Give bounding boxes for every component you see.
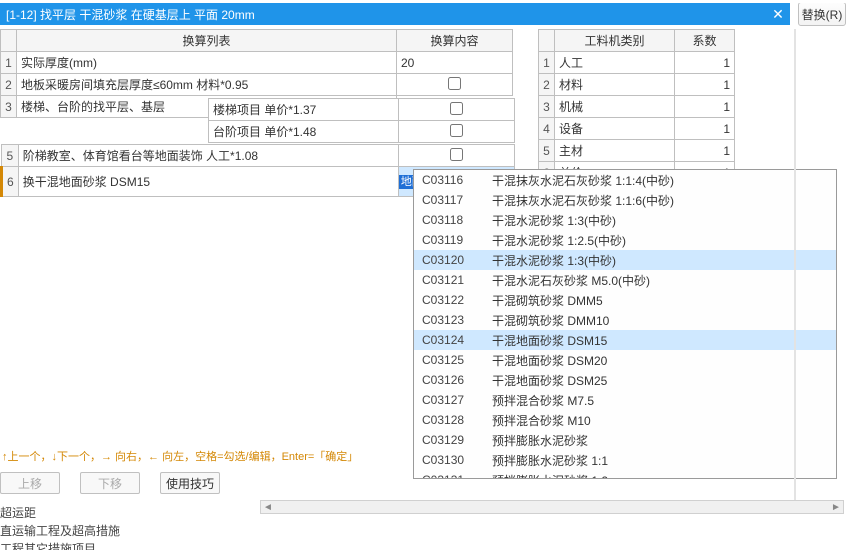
footer-panel: ↑上一个，↓下一个，→ 向右，← 向左，空格=勾选/编辑，Enter=「确定」 … — [0, 444, 260, 550]
dropdown-item[interactable]: C03121干混水泥石灰砂浆 M5.0(中砂) — [414, 270, 836, 290]
dropdown-item[interactable]: C03129预拌膨胀水泥砂浆 — [414, 430, 836, 450]
dropdown-item[interactable]: C03127预拌混合砂浆 M7.5 — [414, 390, 836, 410]
dropdown-item[interactable]: C03116干混抹灰水泥石灰砂浆 1:1:4(中砂) — [414, 170, 836, 190]
close-icon[interactable]: ✕ — [766, 3, 790, 25]
table-row[interactable]: 4设备1 — [539, 118, 735, 140]
move-down-button[interactable]: 下移 — [80, 472, 140, 494]
horizontal-scrollbar[interactable]: ◄ ► — [260, 500, 844, 514]
dropdown-item[interactable]: C03122干混砌筑砂浆 DMM5 — [414, 290, 836, 310]
thickness-value[interactable]: 20 — [397, 52, 513, 74]
table-row[interactable]: 2 地板采暖房间填充层厚度≤60mm 材料*0.95 — [1, 74, 513, 96]
table-row[interactable]: 1 实际厚度(mm) 20 — [1, 52, 513, 74]
checkbox[interactable] — [448, 77, 461, 90]
scroll-left-icon[interactable]: ◄ — [261, 502, 275, 513]
dropdown-item[interactable]: C03128预拌混合砂浆 M10 — [414, 410, 836, 430]
dropdown-item[interactable]: C03124干混地面砂浆 DSM15 — [414, 330, 836, 350]
tree-panel: 超运距 直运输工程及超高措施 工程其它措施项目 — [0, 504, 260, 550]
dropdown-item[interactable]: C03126干混地面砂浆 DSM25 — [414, 370, 836, 390]
tips-button[interactable]: 使用技巧 — [160, 472, 220, 494]
dropdown-item[interactable]: C03118干混水泥砂浆 1:3(中砂) — [414, 210, 836, 230]
tree-item[interactable]: 直运输工程及超高措施 — [0, 522, 260, 540]
table-row[interactable]: 3机械1 — [539, 96, 735, 118]
col-coef: 系数 — [675, 30, 735, 52]
table-row[interactable]: 5主材1 — [539, 140, 735, 162]
table-row[interactable]: 2材料1 — [539, 74, 735, 96]
dropdown-item[interactable]: C03120干混水泥砂浆 1:3(中砂) — [414, 250, 836, 270]
window-titlebar: [1-12] 找平层 干混砂浆 在硬基层上 平面 20mm ✕ — [0, 3, 790, 25]
factor-table: 工料机类别 系数 1人工1 2材料1 3机械1 4设备1 5主材1 6单价1 — [538, 29, 735, 184]
window-title: [1-12] 找平层 干混砂浆 在硬基层上 平面 20mm — [6, 6, 255, 23]
dropdown-item[interactable]: C03131预拌膨胀水泥砂浆 1:2 — [414, 470, 836, 479]
keyboard-hint: ↑上一个，↓下一个，→ 向右，← 向左，空格=勾选/编辑，Enter=「确定」 — [2, 448, 260, 464]
tree-item[interactable]: 超运距 — [0, 504, 260, 522]
col-content: 换算内容 — [397, 30, 513, 52]
dropdown-item[interactable]: C03125干混地面砂浆 DSM20 — [414, 350, 836, 370]
dropdown-item[interactable]: C03123干混砌筑砂浆 DMM10 — [414, 310, 836, 330]
mortar-dropdown[interactable]: C03116干混抹灰水泥石灰砂浆 1:1:4(中砂)C03117干混抹灰水泥石灰… — [413, 169, 837, 479]
checkbox[interactable] — [450, 124, 463, 137]
dropdown-item[interactable]: C03119干混水泥砂浆 1:2.5(中砂) — [414, 230, 836, 250]
tree-item[interactable]: 工程其它措施项目 — [0, 540, 260, 550]
move-up-button[interactable]: 上移 — [0, 472, 60, 494]
replace-button[interactable]: 替换(R) — [798, 2, 846, 26]
col-list: 换算列表 — [17, 30, 397, 52]
checkbox[interactable] — [450, 148, 463, 161]
col-kind: 工料机类别 — [555, 30, 675, 52]
dropdown-item[interactable]: C03130预拌膨胀水泥砂浆 1:1 — [414, 450, 836, 470]
checkbox[interactable] — [450, 102, 463, 115]
scroll-right-icon[interactable]: ► — [829, 502, 843, 513]
table-row[interactable]: 1人工1 — [539, 52, 735, 74]
table-row[interactable]: 5 阶梯教室、体育馆看台等地面装饰 人工*1.08 — [2, 145, 515, 167]
dropdown-item[interactable]: C03117干混抹灰水泥石灰砂浆 1:1:6(中砂) — [414, 190, 836, 210]
